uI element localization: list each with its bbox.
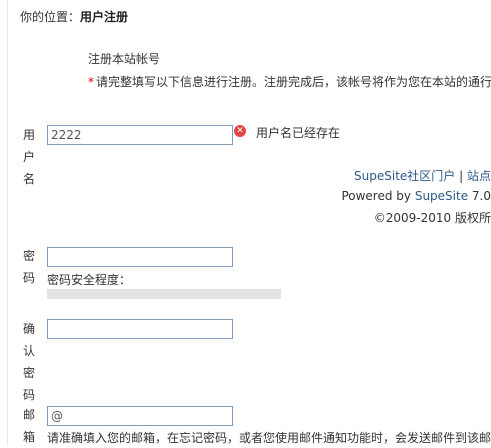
confirm-password-label-char: 密 [22, 366, 35, 380]
username-label-char: 用 [22, 128, 35, 142]
email-input[interactable] [47, 406, 233, 426]
username-label-char: 户 [22, 150, 35, 164]
email-hint: 请准确填入您的邮箱，在忘记密码，或者您使用邮件通知功能时，会发送邮件到该邮 [47, 431, 491, 445]
breadcrumb: 你的位置：用户注册 [20, 8, 128, 25]
password-label: 密 码 [22, 245, 36, 289]
password-label-char: 码 [22, 271, 35, 285]
required-star: * [88, 75, 94, 89]
powered-prefix: Powered by [341, 189, 415, 203]
username-label: 用 户 名 [22, 124, 36, 190]
footer-link-separator: | [459, 169, 464, 183]
breadcrumb-current: 用户注册 [80, 10, 129, 24]
footer-links: SupeSite社区门户 | 站点 [354, 167, 491, 184]
password-input[interactable] [47, 247, 233, 267]
error-icon: ✕ [234, 125, 246, 137]
left-border-line [7, 0, 8, 445]
confirm-password-label-char: 确 [22, 322, 35, 336]
powered-link[interactable]: SupeSite [415, 189, 468, 203]
footer-link-community[interactable]: SupeSite社区门户 [354, 169, 455, 183]
notice-text: 请完整填写以下信息进行注册。注册完成后，该帐号将作为您在本站的通行 [96, 75, 491, 89]
powered-version: 7.0 [468, 189, 491, 203]
confirm-password-input[interactable] [47, 319, 233, 339]
footer-link-site[interactable]: 站点 [467, 169, 491, 183]
breadcrumb-prefix: 你的位置： [20, 10, 81, 24]
password-label-char: 密 [22, 249, 35, 263]
form-title: 注册本站帐号 [88, 52, 161, 66]
username-input[interactable] [47, 125, 233, 145]
confirm-password-label-char: 码 [22, 388, 35, 402]
username-label-char: 名 [22, 172, 35, 186]
email-label-char: 邮 [22, 408, 35, 422]
confirm-password-label: 确 认 密 码 [22, 318, 36, 406]
username-error-message: 用户名已经存在 [256, 126, 341, 140]
form-notice: * 请完整填写以下信息进行注册。注册完成后，该帐号将作为您在本站的通行 [88, 73, 491, 90]
password-strength-bar [47, 289, 281, 299]
email-label: 邮 箱 [22, 404, 36, 448]
confirm-password-label-char: 认 [22, 344, 35, 358]
footer-powered: Powered by SupeSite 7.0 [341, 189, 491, 203]
password-strength-label: 密码安全程度： [47, 273, 132, 287]
footer-copyright: ©2009-2010 版权所 [373, 211, 491, 225]
